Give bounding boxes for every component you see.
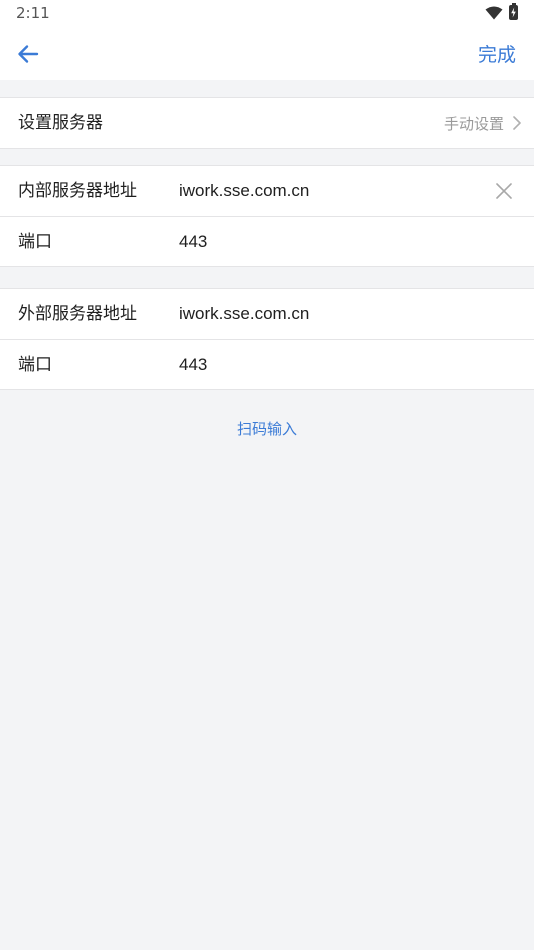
external-address-label: 外部服务器地址 <box>18 304 137 324</box>
back-button[interactable] <box>12 39 44 69</box>
internal-server-group: 内部服务器地址 iwork.sse.com.cn 端口 443 <box>0 165 534 267</box>
external-port-field[interactable]: 443 <box>179 340 479 390</box>
status-bar: 2:11 <box>0 0 534 27</box>
arrow-left-icon <box>18 45 39 63</box>
external-address-field[interactable]: iwork.sse.com.cn <box>179 289 479 339</box>
external-port-row: 端口 443 <box>0 339 534 389</box>
status-time: 2:11 <box>16 4 50 22</box>
server-setting-label: 设置服务器 <box>18 113 103 133</box>
internal-address-field[interactable]: iwork.sse.com.cn <box>179 166 479 216</box>
server-setting-group: 设置服务器 手动设置 <box>0 97 534 149</box>
server-setting-row[interactable]: 设置服务器 手动设置 <box>0 98 534 148</box>
done-button[interactable]: 完成 <box>478 40 516 67</box>
app-bar: 完成 <box>0 27 534 80</box>
internal-address-row: 内部服务器地址 iwork.sse.com.cn <box>0 166 534 216</box>
external-address-row: 外部服务器地址 iwork.sse.com.cn <box>0 289 534 339</box>
external-port-label: 端口 <box>18 355 52 375</box>
server-setting-mode-text: 手动设置 <box>443 114 504 133</box>
scan-input-link[interactable]: 扫码输入 <box>237 420 297 438</box>
clear-button[interactable] <box>494 181 514 201</box>
close-icon <box>496 183 512 199</box>
chevron-right-icon <box>513 116 521 130</box>
server-setting-mode[interactable]: 手动设置 <box>444 98 522 148</box>
internal-port-field[interactable]: 443 <box>179 217 479 267</box>
scan-input-link-container: 扫码输入 <box>0 418 534 439</box>
battery-icon <box>509 3 518 20</box>
wifi-icon <box>485 6 503 19</box>
internal-port-row: 端口 443 <box>0 216 534 266</box>
external-server-group: 外部服务器地址 iwork.sse.com.cn 端口 443 <box>0 288 534 390</box>
internal-address-label: 内部服务器地址 <box>18 181 137 201</box>
internal-port-label: 端口 <box>18 232 52 252</box>
status-icons <box>485 3 518 20</box>
